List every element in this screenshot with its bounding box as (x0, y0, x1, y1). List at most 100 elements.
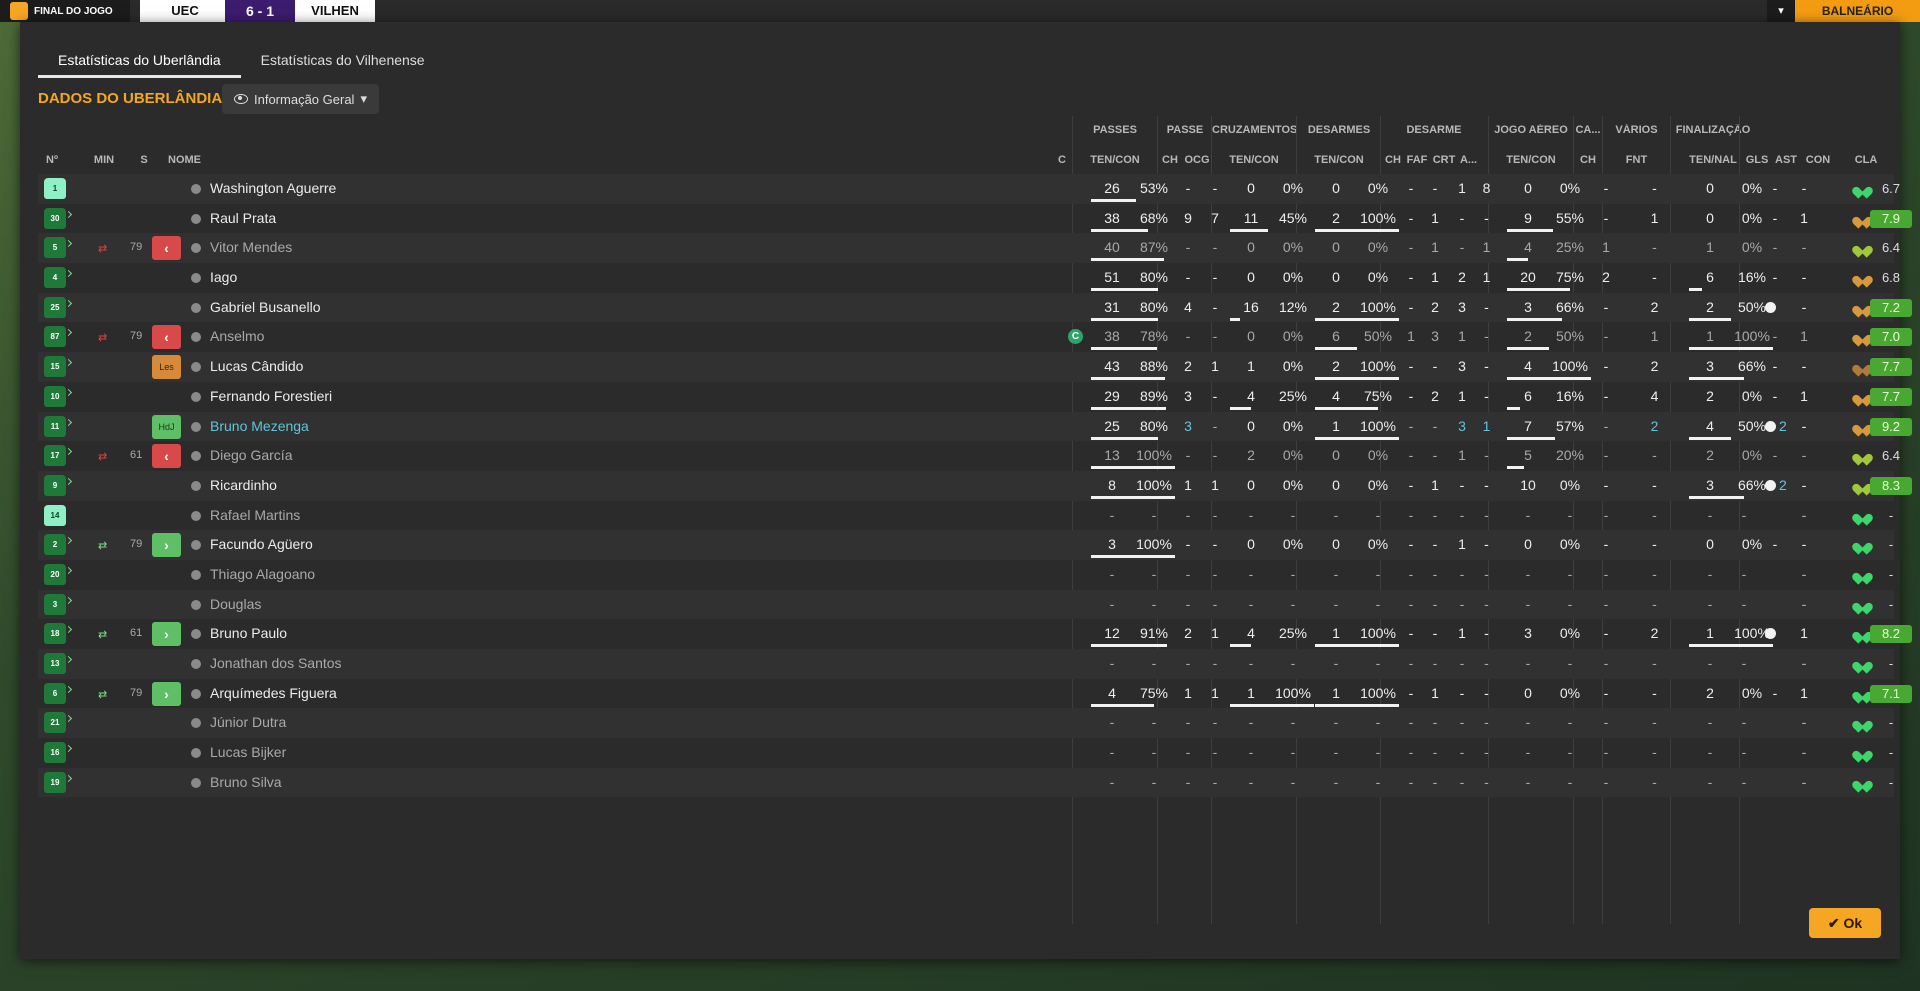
chances-created: - (1212, 387, 1218, 404)
column-header[interactable]: CH (1158, 154, 1182, 166)
table-row[interactable]: 30 Raul Prata 38 68% 9 7 11 45% 2 100% -1- -9 55% -1 0… (38, 204, 1912, 234)
player-name[interactable]: Bruno Paulo (210, 625, 287, 641)
column-header[interactable]: TEN/CON (1489, 154, 1573, 166)
goals: 2 (1765, 418, 1787, 434)
table-row[interactable]: 20 Thiago Alagoano - - - - - - - - - - - - - - - - - - - - - (38, 560, 1894, 590)
table-row[interactable]: 18 ⇄ 61 › Bruno Paulo 12 91% 2 1 4 25% 1 100% - -1-3 0%… (38, 619, 1912, 649)
player-name[interactable]: Diego García (210, 447, 292, 463)
fouls-against: 2 (1650, 298, 1659, 315)
column-header[interactable]: TEN/CON (1073, 154, 1157, 166)
sub-in-button[interactable]: › (152, 622, 181, 647)
column-header[interactable]: CRT (1432, 154, 1456, 166)
player-name[interactable]: Bruno Mezenga (210, 418, 309, 434)
passes-pct: 100% (1136, 447, 1172, 464)
player-name[interactable]: Douglas (210, 596, 261, 612)
table-row[interactable]: 13 Jonathan dos Santos - - - - - - - - - - - - - - - - - - -… (38, 649, 1894, 679)
aerial-attempts: 3 (1524, 625, 1532, 642)
table-row[interactable]: 21 Júnior Dutra - - - - - - - - - - - - - - - - - - - - - (38, 708, 1894, 739)
shirt-number-icon: 16 (44, 742, 66, 764)
injury-badge[interactable]: Les (152, 355, 181, 380)
player-name[interactable]: Arquímedes Figuera (210, 685, 337, 701)
sub-in-button[interactable]: › (152, 533, 181, 558)
column-header[interactable]: CH (1381, 154, 1405, 166)
column-header[interactable]: OCG (1182, 154, 1212, 166)
column-header[interactable]: TEN/CON (1212, 154, 1296, 166)
player-name[interactable]: Lucas Cândido (210, 358, 303, 374)
fouls: 1 (1431, 269, 1439, 286)
column-header[interactable]: AST (1773, 154, 1799, 166)
player-name[interactable]: Júnior Dutra (210, 714, 286, 730)
table-row[interactable]: 16 Lucas Bijker - - - - - - - - - - - - - - - - - - - - - (38, 738, 1894, 768)
player-name[interactable]: Gabriel Busanello (210, 299, 321, 315)
column-header[interactable]: CH (1574, 154, 1602, 166)
chevron-right-icon (64, 240, 73, 248)
player-name[interactable]: Bruno Silva (210, 774, 282, 790)
column-header[interactable]: S (137, 154, 151, 166)
tackles-bar (1315, 228, 1399, 232)
player-name[interactable]: Vitor Mendes (210, 239, 292, 255)
view-dropdown[interactable]: Informação Geral ▾ (222, 84, 379, 114)
table-row[interactable]: 3 Douglas - - - - - - - - - - - - - - - - - - - - - (38, 589, 1894, 620)
column-header[interactable]: CLA (1840, 154, 1892, 166)
ball-icon (1765, 479, 1776, 491)
tackles-attempts: 2 (1332, 209, 1340, 226)
column-header[interactable]: FNT (1603, 154, 1670, 166)
assists: - (1801, 358, 1807, 375)
player-name[interactable]: Rafael Martins (210, 507, 300, 523)
tab-vilhenense-stats[interactable]: Estatísticas do Vilhenense (241, 46, 445, 78)
player-name[interactable]: Ricardinho (210, 477, 277, 493)
column-header[interactable]: CON (1801, 154, 1835, 166)
player-name[interactable]: Lucas Bijker (210, 744, 286, 760)
empty-cell: - (1603, 744, 1609, 761)
column-header[interactable]: Nº (38, 154, 66, 166)
column-header[interactable]: C (1056, 154, 1068, 166)
tab-uberlandia-stats[interactable]: Estatísticas do Uberlândia (38, 46, 241, 78)
player-name[interactable]: Facundo Agüero (210, 536, 313, 552)
column-header[interactable]: TEN/CON (1297, 154, 1381, 166)
blocks: - (1484, 684, 1489, 701)
table-row[interactable]: 5 ⇄ 79 ‹ Vitor Mendes 40 87% - -0 0% 0 0% -1-1 4 25% 1-… (38, 233, 1900, 264)
table-row[interactable]: 17 ⇄ 61 ‹ Diego García 13 100% - -2 0% 0 0% - -1-5 20%… (38, 441, 1900, 471)
player-name[interactable]: Fernando Forestieri (210, 388, 332, 404)
table-row[interactable]: 87 ⇄ 79 ‹ Anselmo C 38 78% - -0 0% 6 50% 1 3 1-2 50% -1 1 1… (38, 322, 1912, 352)
column-header[interactable]: GLS (1741, 154, 1773, 166)
balneario-button[interactable]: BALNEÁRIO (1795, 0, 1920, 22)
table-row[interactable]: 4 Iago 51 80% - -0 0% 0 0% -1 2 1 20 75% 2-6 16% - -6.8 (38, 263, 1900, 293)
player-name[interactable]: Iago (210, 269, 237, 285)
empty-cell: - (1567, 595, 1573, 612)
sub-out-button[interactable]: ‹ (152, 325, 181, 350)
ok-button[interactable]: ✔ Ok (1809, 908, 1881, 938)
chevron-right-icon (64, 448, 73, 456)
empty-cell: - (1408, 714, 1414, 731)
aerial-pct: 55% (1555, 209, 1585, 226)
crosses-attempts: 0 (1247, 536, 1255, 553)
player-name[interactable]: Anselmo (210, 328, 264, 344)
table-row[interactable]: 25 Gabriel Busanello 31 80% 4-16 12% 2 100% -2 3-… (38, 292, 1912, 323)
column-header[interactable]: MIN (84, 154, 124, 166)
chevron-right-icon (64, 477, 73, 485)
empty-cell: - (1248, 714, 1254, 731)
column-header[interactable]: A... (1456, 154, 1481, 166)
player-of-match-badge[interactable]: HdJ (152, 414, 181, 439)
column-header[interactable]: NOME (168, 154, 208, 166)
table-row[interactable]: 2 ⇄ 79 › Facundo Agüero 3 100% - -0 0% 0 0% - -1-0 0% -… (38, 530, 1894, 560)
sub-in-button[interactable]: › (152, 681, 181, 706)
table-row[interactable]: 1 Washington Aguerre 26 53% - -0 0% 0 0% - -1 8 0 0% -… (38, 174, 1900, 204)
column-header[interactable]: FAF (1405, 154, 1429, 166)
player-name[interactable]: Thiago Alagoano (210, 566, 315, 582)
player-name[interactable]: Raul Prata (210, 210, 276, 226)
table-row[interactable]: 6 ⇄ 79 › Arquímedes Figuera 4 75% 1 1 1 100% 1 100% -… (38, 679, 1912, 709)
table-row[interactable]: 10 Fernando Forestieri 29 89% 3-4 25% 4 75% -2 1-… (38, 382, 1912, 412)
table-row[interactable]: 15 Les Lucas Cândido 43 88% 2 1 1 0% 2 100% - -3-4 10… (38, 352, 1912, 382)
table-row[interactable]: 14 Rafael Martins - - - - - - - - - - - - - - - - - - - - - (38, 501, 1894, 531)
sub-minute: 79 (130, 538, 143, 551)
table-row[interactable]: 11 HdJ Bruno Mezenga 25 80% 3-0 0% 1 100% - -3 1 7 57… (38, 411, 1912, 442)
chevron-down-icon[interactable]: ▾ (1767, 0, 1795, 22)
table-row[interactable]: 19 Bruno Silva - - - - - - - - - - - - - - - - - - - - - (38, 767, 1894, 798)
player-name[interactable]: Washington Aguerre (210, 180, 336, 196)
condition-heart-icon (1856, 568, 1869, 581)
sub-out-button[interactable]: ‹ (152, 444, 181, 469)
player-name[interactable]: Jonathan dos Santos (210, 655, 342, 671)
table-row[interactable]: 9 Ricardinho 8 100% 1 1 0 0% 0 0% -1- -10 0% - -3 66% -2… (38, 470, 1912, 501)
sub-out-button[interactable]: ‹ (152, 236, 181, 261)
